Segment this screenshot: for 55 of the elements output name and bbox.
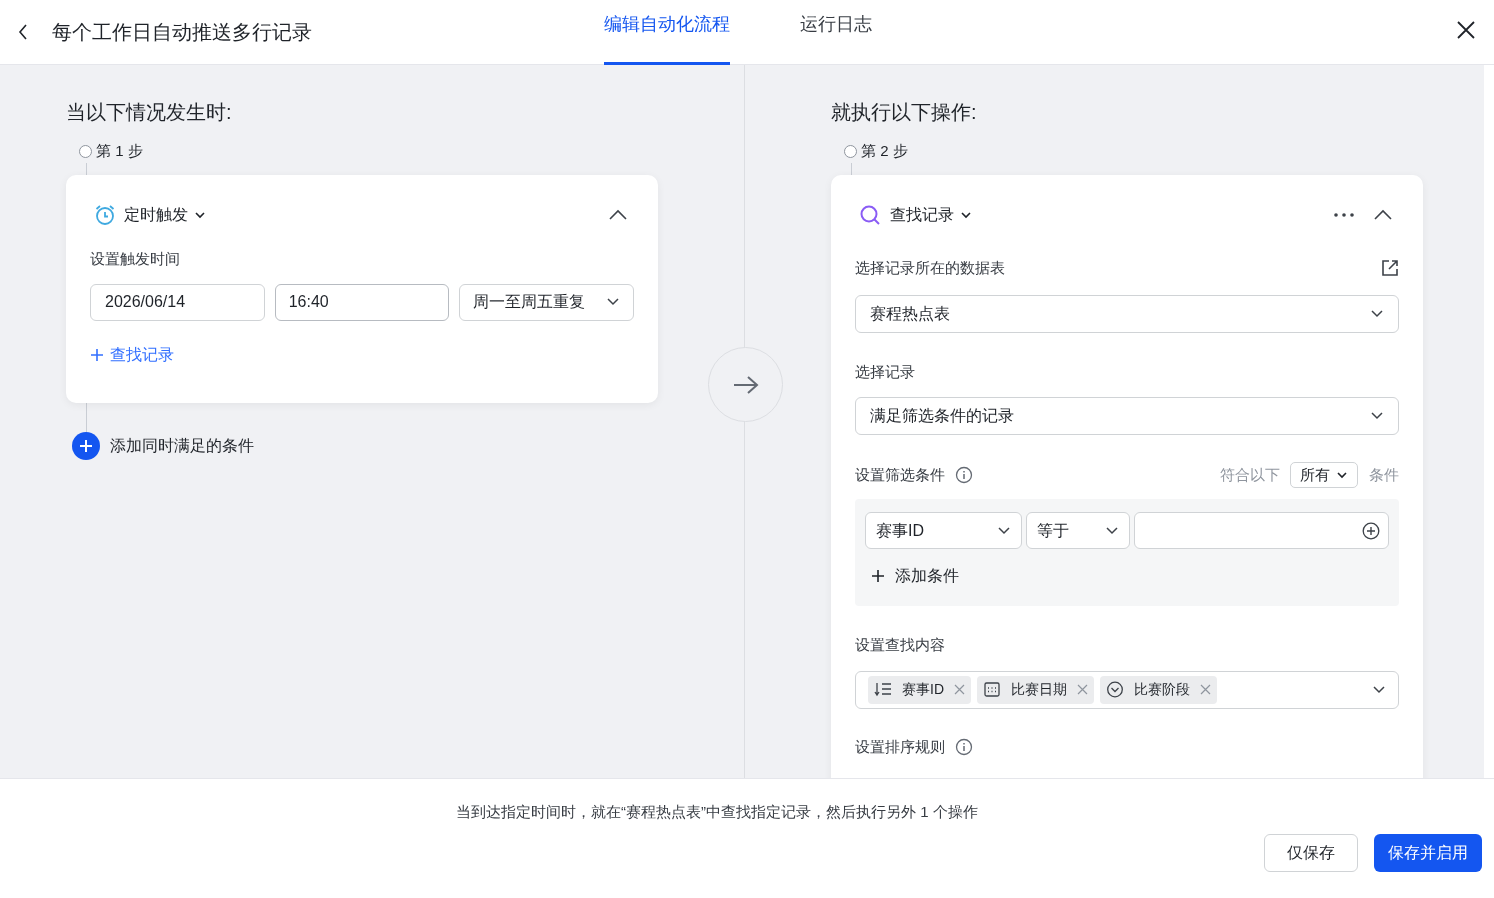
save-and-enable-button[interactable]: 保存并启用	[1374, 834, 1482, 872]
action-type-dropdown[interactable]: 查找记录	[890, 203, 972, 227]
trigger-type-dropdown[interactable]: 定时触发	[124, 203, 206, 227]
record-dropdown[interactable]: 满足筛选条件的记录	[855, 397, 1399, 435]
chevron-down-icon	[1336, 469, 1348, 481]
section-heading: 就执行以下操作:	[831, 100, 978, 125]
field-dropdown[interactable]: 赛事ID	[865, 512, 1022, 549]
remove-tag-button[interactable]	[1077, 684, 1088, 695]
plus-icon	[90, 347, 104, 362]
number-list-icon	[874, 681, 892, 698]
plus-circle-icon	[1362, 521, 1380, 540]
step-label: 第 2 步	[861, 140, 908, 161]
field-tag: 比赛日期	[977, 675, 1094, 704]
open-external-button[interactable]	[1381, 259, 1399, 278]
close-button[interactable]	[1456, 20, 1476, 40]
section-heading: 当以下情况发生时:	[66, 100, 233, 125]
alarm-clock-icon	[94, 204, 116, 226]
step-label: 第 1 步	[96, 140, 143, 161]
field-tag: 赛事ID	[868, 675, 971, 704]
info-icon	[955, 737, 973, 756]
date-field[interactable]: 2026/06/14	[90, 283, 265, 321]
summary-text: 当到达指定时间时，就在“赛程热点表”中查找指定记录，然后执行另外 1 个操作	[456, 802, 978, 822]
field-label: 设置触发时间	[90, 249, 181, 269]
table-dropdown[interactable]: 赛程热点表	[855, 294, 1399, 333]
field-label: 设置筛选条件	[855, 464, 945, 485]
add-find-record-link[interactable]: 查找记录	[90, 342, 174, 367]
field-tag: 比赛阶段	[1100, 675, 1217, 704]
content-fields-select[interactable]: 赛事ID 比赛日期 比赛阶段	[855, 670, 1399, 709]
field-label: 选择记录	[855, 361, 916, 382]
time-field[interactable]: 16:40	[274, 283, 450, 321]
match-prefix-text: 符合以下	[1220, 464, 1280, 485]
calendar-icon	[983, 681, 1001, 698]
chevron-down-icon	[960, 209, 972, 221]
plus-circle-icon	[72, 432, 100, 460]
match-mode-dropdown[interactable]: 所有	[1290, 462, 1358, 488]
search-icon	[859, 204, 881, 226]
match-suffix-text: 条件	[1369, 464, 1399, 485]
add-condition-button[interactable]: 添加条件	[871, 564, 959, 588]
page-title: 每个工作日自动推送多行记录	[52, 20, 312, 45]
remove-tag-button[interactable]	[1200, 684, 1211, 695]
operator-dropdown[interactable]: 等于	[1026, 512, 1130, 549]
save-button[interactable]: 仅保存	[1264, 834, 1358, 872]
circle-chevron-icon	[1106, 681, 1124, 698]
field-label: 设置查找内容	[855, 635, 946, 655]
field-label: 设置排序规则	[855, 736, 945, 757]
chevron-down-icon	[194, 209, 206, 221]
repeat-dropdown[interactable]: 周一至周五重复	[459, 283, 634, 321]
tab[interactable]: 运行日志	[800, 0, 872, 65]
remove-tag-button[interactable]	[954, 684, 965, 695]
plus-icon	[871, 569, 885, 583]
info-icon	[955, 466, 973, 484]
more-button[interactable]	[1333, 212, 1355, 218]
value-field[interactable]	[1134, 512, 1389, 549]
add-condition-button[interactable]: 添加同时满足的条件	[72, 432, 254, 460]
field-label: 选择记录所在的数据表	[855, 258, 1005, 278]
